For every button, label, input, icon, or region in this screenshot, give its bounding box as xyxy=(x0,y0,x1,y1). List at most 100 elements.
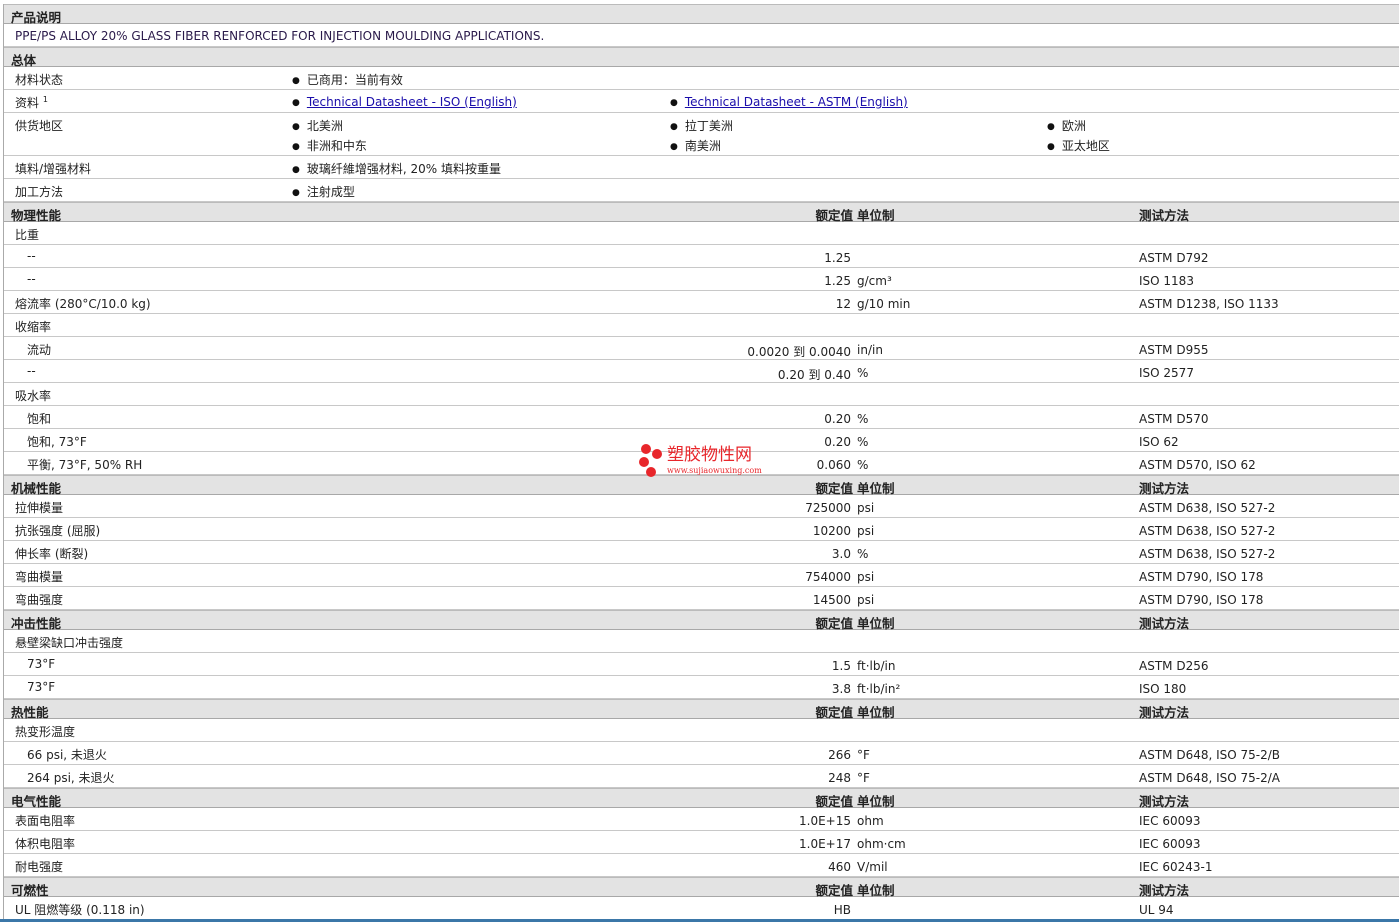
astm-datasheet-link[interactable]: Technical Datasheet - ASTM (English) xyxy=(685,95,908,109)
section-header: 物理性能 额定值 单位制 测试方法 xyxy=(4,202,1399,223)
bullet-item: 南美洲 xyxy=(670,137,721,154)
property-unit: % xyxy=(857,412,869,426)
bullet-item: 玻璃纤維增强材料, 20% 填料按重量 xyxy=(292,160,501,177)
property-value: 754000 xyxy=(805,570,851,584)
property-unit: % xyxy=(857,547,869,561)
test-method: ASTM D790, ISO 178 xyxy=(1139,593,1264,607)
test-method: ASTM D790, ISO 178 xyxy=(1139,570,1264,584)
bullet-item: 已商用：当前有效 xyxy=(292,71,403,88)
test-method: ISO 2577 xyxy=(1139,366,1194,380)
section-header: 电气性能 额定值 单位制 测试方法 xyxy=(4,788,1399,809)
test-method: ASTM D955 xyxy=(1139,343,1209,357)
property-label: 伸长率 (断裂) xyxy=(15,547,89,561)
property-row: -- 1.25 ASTM D792 xyxy=(4,245,1399,268)
section-header: 冲击性能 额定值 单位制 测试方法 xyxy=(4,610,1399,631)
property-unit: ft·lb/in xyxy=(857,659,896,673)
property-label: 弯曲模量 xyxy=(15,570,64,584)
description-text: PPE/PS ALLOY 20% GLASS FIBER RENFORCED F… xyxy=(15,29,545,43)
property-label: 悬壁梁缺口冲击强度 xyxy=(15,636,124,650)
property-unit: °F xyxy=(857,748,870,762)
test-method: IEC 60093 xyxy=(1139,814,1201,828)
property-row: 体积电阻率 1.0E+17 ohm·cm IEC 60093 xyxy=(4,831,1399,854)
property-label: -- xyxy=(27,364,36,378)
property-row: 66 psi, 未退火 266 °F ASTM D648, ISO 75-2/B xyxy=(4,742,1399,765)
description-row: PPE/PS ALLOY 20% GLASS FIBER RENFORCED F… xyxy=(4,24,1399,47)
property-group-row: 悬壁梁缺口冲击强度 xyxy=(4,630,1399,653)
test-method: IEC 60093 xyxy=(1139,837,1201,851)
bullet-item: Technical Datasheet - ASTM (English) xyxy=(670,95,908,109)
property-value: 3.8 xyxy=(831,682,851,696)
watermark-url: www.sujiaowuxing.com xyxy=(667,466,762,475)
property-label: 表面电阻率 xyxy=(15,814,76,828)
footnote-mark: 1 xyxy=(42,95,48,104)
property-value: 248 xyxy=(828,771,851,785)
property-unit: in/in xyxy=(857,343,883,357)
property-value: 0.20 xyxy=(824,412,851,426)
bullet-item: 欧洲 xyxy=(1047,117,1086,134)
property-value: 1.25 xyxy=(824,274,851,288)
bullet-item: 非洲和中东 xyxy=(292,137,367,154)
property-sections: 物理性能 额定值 单位制 测试方法 比重 -- 1.25 ASTM D792 -- 1.25 g/c… xyxy=(4,202,1399,920)
test-method: ISO 1183 xyxy=(1139,274,1194,288)
property-unit: V/mil xyxy=(857,860,888,874)
property-row: 抗张强度 (屈服) 10200 psi ASTM D638, ISO 527-2 xyxy=(4,518,1399,541)
test-method: ASTM D792 xyxy=(1139,251,1209,265)
watermark-text: 塑胶物性网 xyxy=(667,445,752,465)
property-unit: psi xyxy=(857,501,875,515)
row-processing: 加工方法 注射成型 xyxy=(4,179,1399,202)
test-method: ASTM D256 xyxy=(1139,659,1209,673)
property-value: 0.060 xyxy=(816,458,851,472)
test-method: ASTM D648, ISO 75-2/A xyxy=(1139,771,1280,785)
property-label: 热变形温度 xyxy=(15,725,76,739)
bullet-item: 拉丁美洲 xyxy=(670,117,733,134)
property-unit: % xyxy=(857,458,869,472)
row-label: 供货地区 xyxy=(15,119,64,133)
property-row: 熔流率 (280°C/10.0 kg) 12 g/10 min ASTM D1238,… xyxy=(4,291,1399,314)
property-unit: psi xyxy=(857,570,875,584)
property-group-row: 热变形温度 xyxy=(4,719,1399,742)
property-unit: % xyxy=(857,366,869,380)
property-label: -- xyxy=(27,249,36,263)
row-label: 填料/增强材料 xyxy=(15,162,92,176)
property-label: 73°F xyxy=(27,657,56,671)
test-method: ASTM D638, ISO 527-2 xyxy=(1139,547,1276,561)
test-method: ASTM D570 xyxy=(1139,412,1209,426)
test-method: ASTM D1238, ISO 1133 xyxy=(1139,297,1279,311)
property-value: 1.0E+17 xyxy=(799,837,851,851)
section-header-description: 产品说明 xyxy=(4,4,1399,25)
property-value: 1.25 xyxy=(824,251,851,265)
property-label: 流动 xyxy=(27,343,52,357)
property-value: 0.20 到 0.40 xyxy=(777,368,851,382)
row-label: 加工方法 xyxy=(15,185,64,199)
property-value: 1.0E+15 xyxy=(799,814,851,828)
iso-datasheet-link[interactable]: Technical Datasheet - ISO (English) xyxy=(307,95,517,109)
property-label: 收缩率 xyxy=(15,320,52,334)
property-value: 266 xyxy=(828,748,851,762)
property-label: 264 psi, 未退火 xyxy=(27,771,115,785)
property-unit: g/10 min xyxy=(857,297,911,311)
property-row: -- 0.20 到 0.40% ISO 2577 xyxy=(4,360,1399,383)
property-unit: g/cm³ xyxy=(857,274,892,288)
row-filler: 填料/增强材料 玻璃纤維增强材料, 20% 填料按重量 xyxy=(4,156,1399,179)
property-label: 66 psi, 未退火 xyxy=(27,748,107,762)
property-value: 725000 xyxy=(805,501,851,515)
property-unit: °F xyxy=(857,771,870,785)
property-group-row: 比重 xyxy=(4,222,1399,245)
property-value: 14500 xyxy=(812,593,851,607)
property-unit: ohm·cm xyxy=(857,837,906,851)
row-documents: 资料 1 Technical Datasheet - ISO (English)… xyxy=(4,90,1399,113)
property-label: -- xyxy=(27,272,36,286)
row-material-status: 材料状态 已商用：当前有效 xyxy=(4,67,1399,90)
property-label: 吸水率 xyxy=(15,389,52,403)
test-method: ASTM D570, ISO 62 xyxy=(1139,458,1256,472)
property-row: -- 1.25 g/cm³ ISO 1183 xyxy=(4,268,1399,291)
property-value: 0.0020 到 0.0040 xyxy=(747,345,851,359)
property-label: 饱和 xyxy=(27,412,52,426)
property-label: 饱和, 73°F xyxy=(27,435,87,449)
section-header: 热性能 额定值 单位制 测试方法 xyxy=(4,699,1399,720)
property-value: 3.0 xyxy=(831,547,851,561)
property-group-row: 吸水率 xyxy=(4,383,1399,406)
property-row: 伸长率 (断裂) 3.0% ASTM D638, ISO 527-2 xyxy=(4,541,1399,564)
bullet-item: 亚太地区 xyxy=(1047,137,1110,154)
bullet-item: 北美洲 xyxy=(292,117,343,134)
